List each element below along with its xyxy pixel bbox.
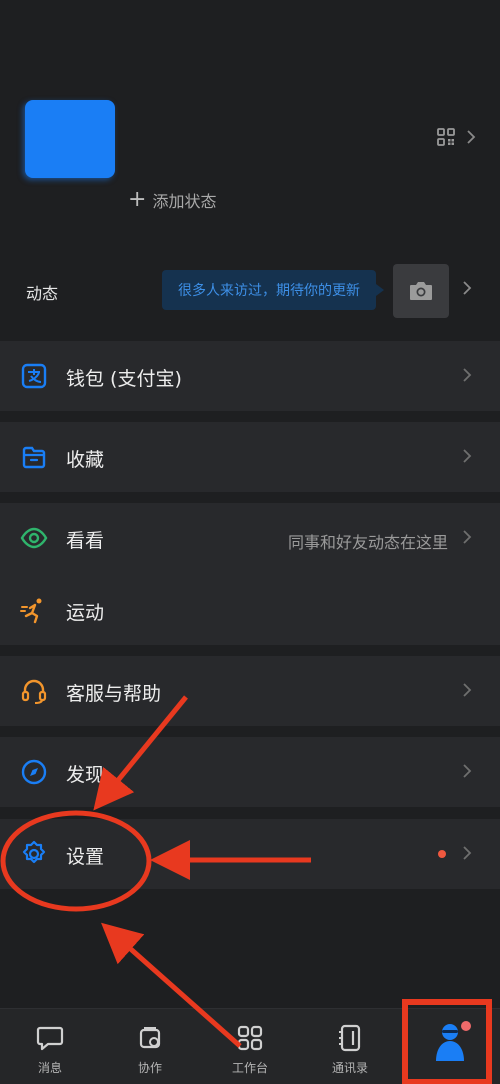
gear-icon	[22, 840, 46, 864]
notification-dot	[438, 850, 446, 858]
favorites-label: 收藏	[66, 449, 105, 471]
bottom-tab-bar: 消息 协作 工作台 通讯录	[0, 1008, 500, 1084]
tab-me[interactable]	[400, 1009, 500, 1084]
workbench-icon	[237, 1025, 263, 1051]
me-avatar	[433, 1019, 471, 1065]
chevron-right-icon	[466, 129, 476, 145]
compass-icon	[21, 759, 47, 785]
watch-sports-card: 看看 同事和好友动态在这里 运动	[0, 503, 500, 645]
chevron-right-icon	[462, 529, 472, 545]
menu-item-wallet[interactable]: 钱包 (支付宝)	[0, 341, 500, 411]
collab-icon	[139, 1027, 161, 1049]
wallet-label: 钱包 (支付宝)	[66, 368, 182, 390]
add-status-button[interactable]: + 添加状态	[128, 188, 216, 212]
tab-workbench[interactable]: 工作台	[200, 1009, 300, 1084]
chevron-right-icon	[462, 845, 472, 861]
tab-label: 协作	[137, 1061, 162, 1075]
running-icon	[20, 598, 42, 624]
watch-label: 看看	[66, 530, 105, 552]
chevron-right-icon	[462, 682, 472, 698]
discover-card: 发现	[0, 737, 500, 807]
moments-label: 动态	[26, 284, 59, 303]
settings-label: 设置	[66, 846, 105, 868]
favorites-card: 收藏	[0, 422, 500, 492]
wallet-card: 钱包 (支付宝)	[0, 341, 500, 411]
moments-tip-text: 很多人来访过，期待你的更新	[178, 283, 360, 299]
menu-item-favorites[interactable]: 收藏	[0, 422, 500, 492]
plus-icon: +	[128, 187, 147, 212]
camera-button[interactable]	[393, 264, 449, 318]
contacts-icon	[339, 1024, 361, 1052]
folder-icon	[22, 446, 46, 469]
qr-code-icon	[437, 128, 455, 146]
camera-icon	[410, 282, 432, 300]
menu-item-support[interactable]: 客服与帮助	[0, 656, 500, 726]
tab-messages[interactable]: 消息	[0, 1009, 100, 1084]
discover-label: 发现	[66, 764, 105, 786]
chevron-right-icon	[462, 763, 472, 779]
tab-collab[interactable]: 协作	[100, 1009, 200, 1084]
profile-header: + 添加状态 动态 很多人来访过，期待你的更新	[0, 0, 500, 330]
moments-row[interactable]: 动态 很多人来访过，期待你的更新	[0, 258, 500, 324]
menu-item-settings[interactable]: 设置	[0, 819, 500, 889]
sports-label: 运动	[66, 602, 105, 624]
support-label: 客服与帮助	[66, 683, 162, 705]
settings-card: 设置	[0, 819, 500, 889]
tab-contacts[interactable]: 通讯录	[300, 1009, 400, 1084]
chat-icon	[36, 1026, 64, 1051]
chevron-right-icon	[462, 280, 472, 296]
menu-item-watch[interactable]: 看看 同事和好友动态在这里	[0, 503, 500, 573]
alipay-icon	[21, 363, 47, 389]
tab-label: 消息	[37, 1061, 62, 1075]
chevron-right-icon	[462, 448, 472, 464]
support-card: 客服与帮助	[0, 656, 500, 726]
headset-icon	[21, 679, 47, 704]
watch-hint: 同事和好友动态在这里	[287, 533, 448, 552]
qr-code-button[interactable]	[436, 126, 482, 148]
chevron-right-icon	[462, 367, 472, 383]
eye-icon	[20, 527, 48, 549]
menu-item-sports[interactable]: 运动	[0, 575, 500, 645]
moments-tip-bubble: 很多人来访过，期待你的更新	[162, 270, 384, 310]
profile-avatar[interactable]	[25, 100, 115, 178]
menu-item-discover[interactable]: 发现	[0, 737, 500, 807]
tab-label: 通讯录	[331, 1061, 368, 1075]
tab-label: 工作台	[231, 1061, 268, 1075]
add-status-label: 添加状态	[152, 192, 217, 211]
notification-badge	[461, 1021, 471, 1031]
